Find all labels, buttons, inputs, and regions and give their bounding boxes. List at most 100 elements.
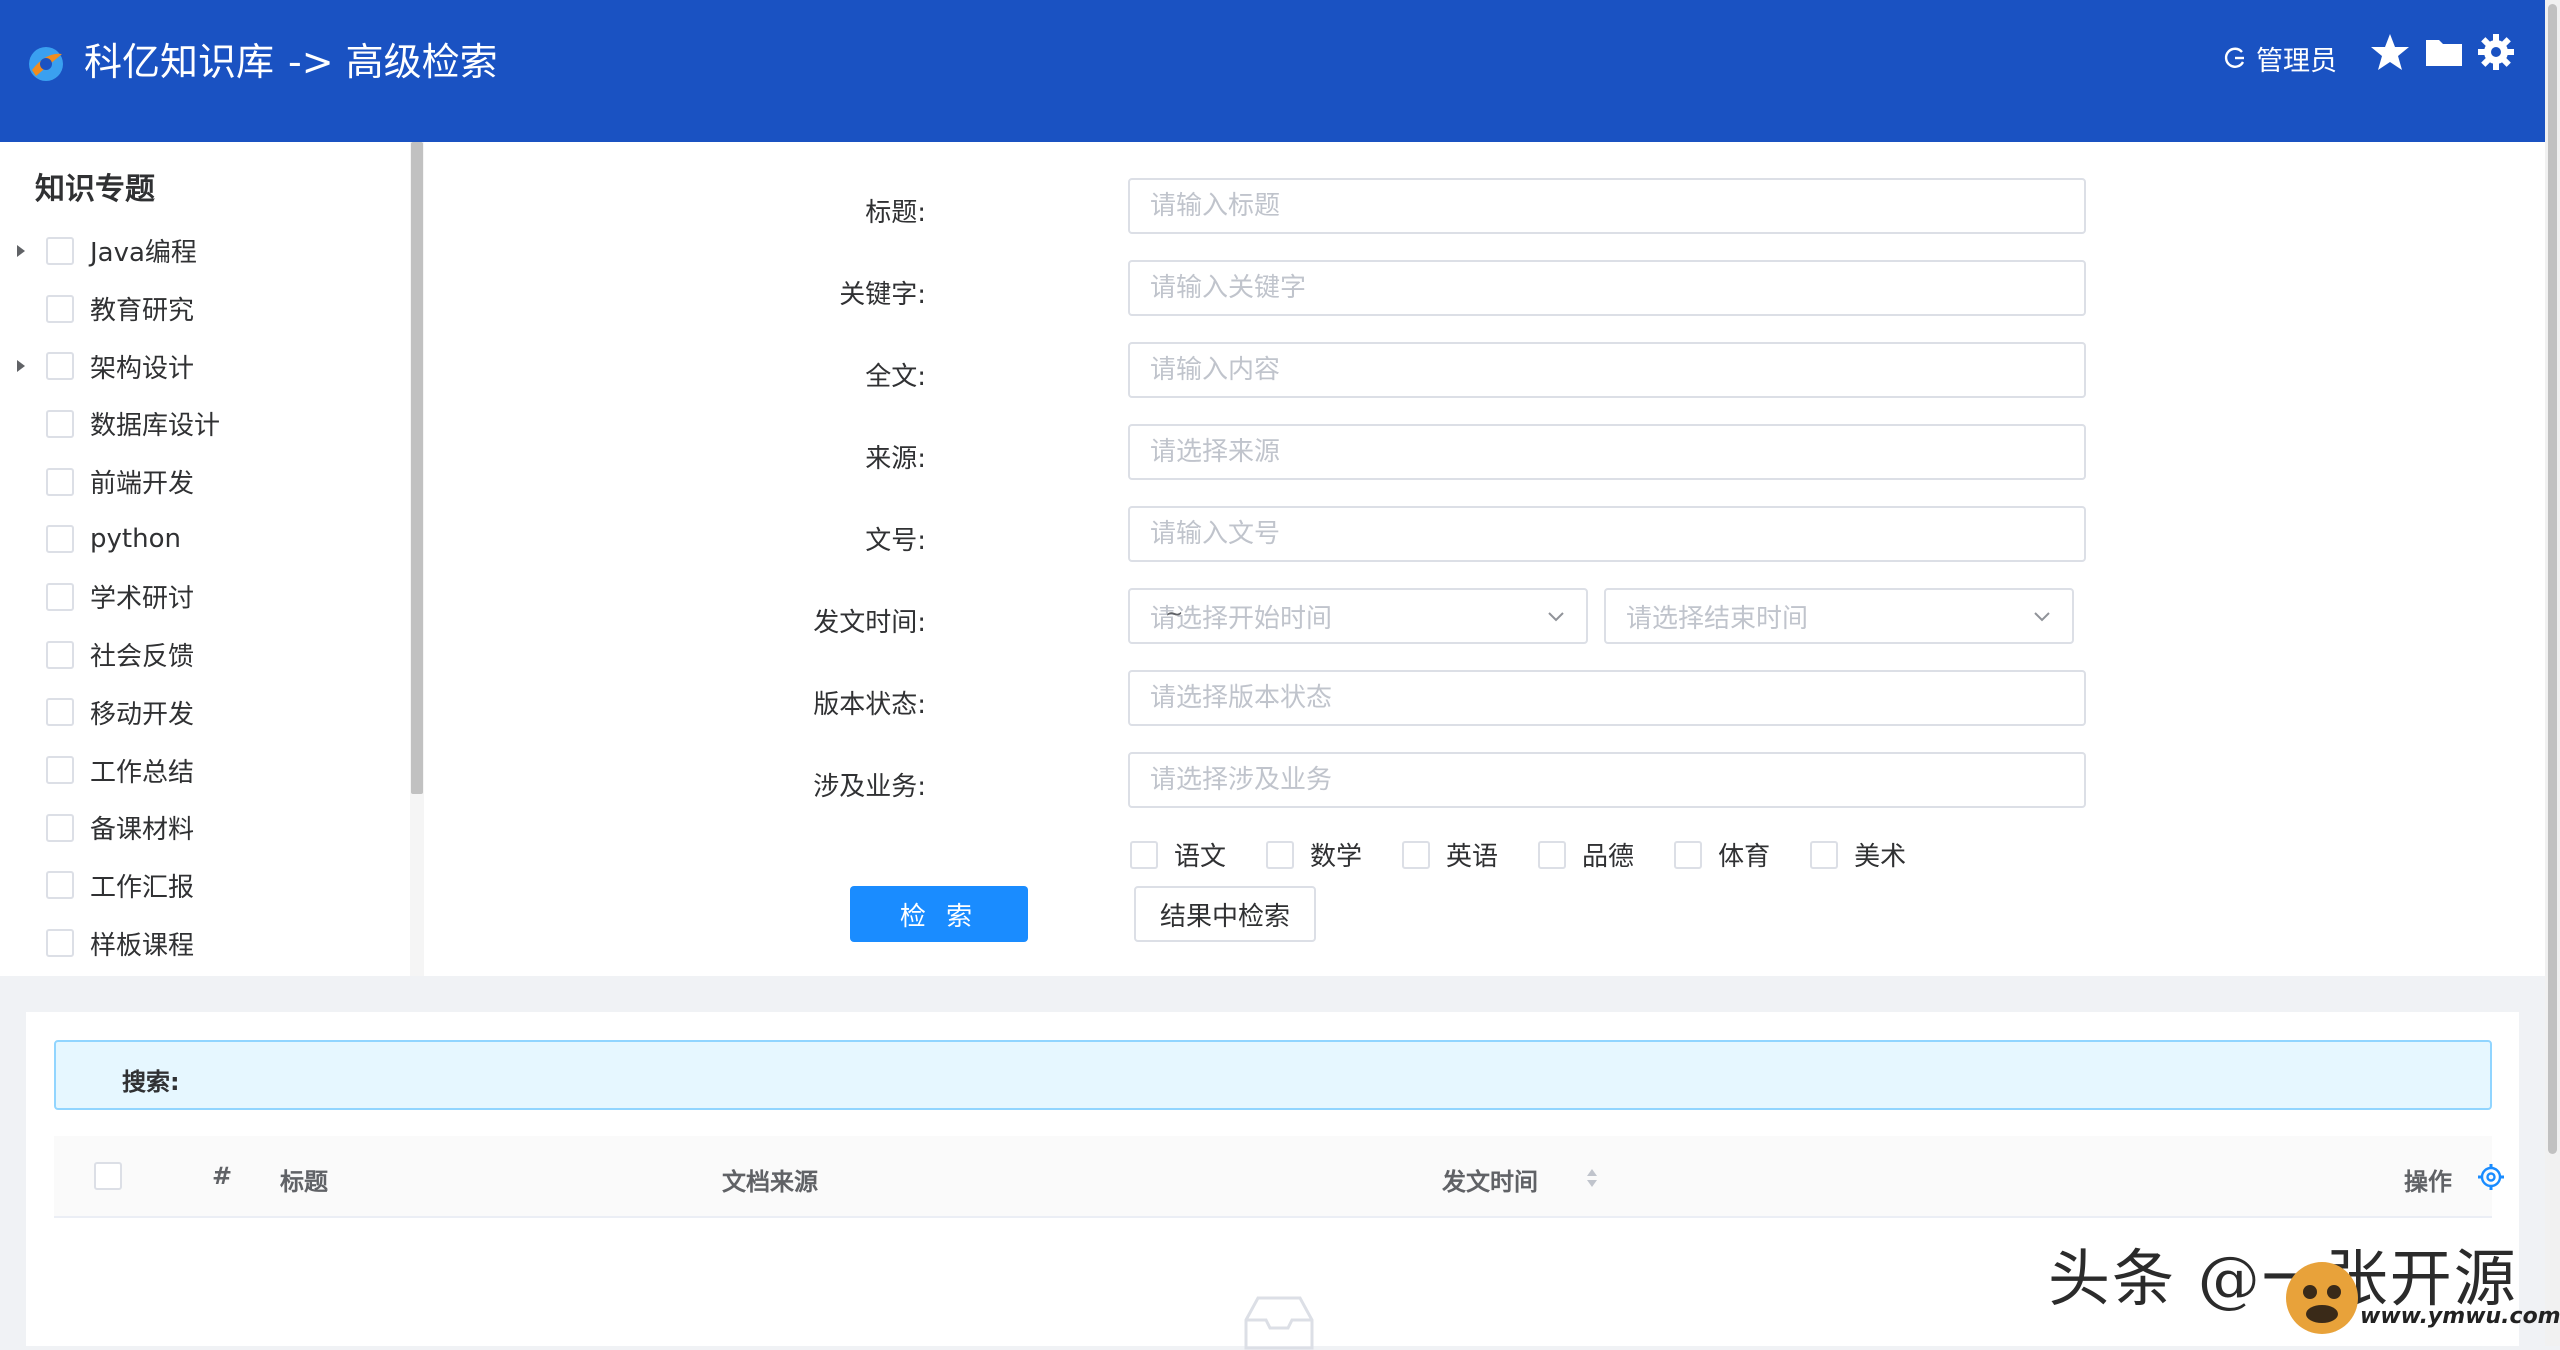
chevron-down-icon (1548, 612, 1564, 622)
advanced-search-form: 标题: 关键字: 全文: 来源: 文号: 发文时间: 请选择开始时间 ~ 请选择… (424, 142, 2545, 976)
user-name: 管理员 (2256, 45, 2337, 77)
tree-item-checkbox[interactable] (46, 236, 74, 265)
subject-checkbox[interactable] (1130, 840, 1158, 869)
subject-checkbox[interactable] (1266, 840, 1295, 869)
search-button[interactable]: 检 索 (850, 886, 1028, 942)
tree-item-label: 教育研究 (90, 296, 195, 327)
gear-icon[interactable] (2474, 30, 2518, 74)
tree-item-label: 工作汇报 (90, 872, 195, 903)
tree-item-checkbox[interactable] (46, 929, 74, 958)
tree-item[interactable]: 社会反馈 (0, 626, 410, 684)
subject-label: 体育 (1718, 842, 1771, 872)
tree-item-label: 移动开发 (90, 699, 195, 730)
end-date-placeholder: 请选择结束时间 (1626, 603, 1809, 634)
tree-item-checkbox[interactable] (46, 756, 74, 785)
col-index: # (212, 1162, 233, 1190)
keyword-label: 关键字: (839, 280, 926, 310)
tree-item-label: python (90, 524, 181, 555)
title-input[interactable] (1128, 178, 2086, 234)
tree-item[interactable]: 架构设计 (0, 337, 410, 395)
tree-item-label: 社会反馈 (90, 642, 195, 673)
subject-checkbox[interactable] (1402, 840, 1431, 869)
tree-item-checkbox[interactable] (46, 698, 74, 727)
subject-option[interactable]: 品德 (1538, 836, 1634, 873)
tree-item-label: 学术研讨 (90, 584, 195, 615)
tree-item[interactable]: 工作汇报 (0, 857, 410, 915)
expand-arrow-icon[interactable] (17, 244, 25, 257)
date-separator: ~ (1165, 602, 1184, 627)
chevron-down-icon (2034, 612, 2050, 622)
tree-item-checkbox[interactable] (46, 467, 74, 496)
tree-item[interactable]: python (0, 510, 410, 568)
tree-item-checkbox[interactable] (46, 525, 74, 554)
sidebar-scrollbar-thumb[interactable] (411, 142, 423, 794)
tree-item-checkbox[interactable] (46, 582, 74, 611)
logo-icon (29, 47, 63, 81)
watermark-badge-icon (2286, 1262, 2358, 1334)
start-date-select[interactable]: 请选择开始时间 (1128, 588, 1588, 644)
search-in-results-button[interactable]: 结果中检索 (1134, 886, 1316, 942)
source-label: 来源: (865, 444, 926, 474)
tree-item[interactable]: 教育研究 (0, 280, 410, 338)
col-date[interactable]: 发文时间 (1442, 1162, 1538, 1197)
subject-label: 数学 (1310, 842, 1363, 872)
tree-item-checkbox[interactable] (46, 294, 74, 323)
star-icon[interactable] (2368, 30, 2412, 74)
column-settings-icon[interactable] (2476, 1162, 2506, 1192)
sidebar-title: 知识专题 (35, 172, 155, 207)
col-action: 操作 (2404, 1168, 2452, 1196)
subject-option[interactable]: 语文 (1130, 836, 1226, 873)
folder-icon[interactable] (2422, 30, 2466, 74)
date-label: 发文时间: (813, 608, 926, 638)
subject-option[interactable]: 数学 (1266, 836, 1362, 873)
expand-arrow-icon[interactable] (17, 360, 25, 373)
col-source: 文档来源 (722, 1168, 818, 1196)
tree-item-label: 备课材料 (90, 815, 195, 846)
subject-option[interactable]: 英语 (1402, 836, 1498, 873)
tree-item[interactable]: 备课材料 (0, 799, 410, 857)
sort-icon[interactable] (1584, 1166, 1600, 1190)
tree-item-checkbox[interactable] (46, 640, 74, 669)
subject-option[interactable]: 美术 (1810, 836, 1906, 873)
tree-item[interactable]: Java编程 (0, 222, 410, 280)
subject-checkbox[interactable] (1538, 840, 1567, 869)
fulltext-input[interactable] (1128, 342, 2086, 398)
page-scrollbar-thumb[interactable] (2548, 4, 2557, 1154)
tree-item-checkbox[interactable] (46, 352, 74, 381)
tree-item[interactable]: 学术研讨 (0, 568, 410, 626)
subject-checkbox[interactable] (1674, 840, 1703, 869)
business-input[interactable] (1128, 752, 2086, 808)
search-summary-bar: 搜索: (54, 1040, 2492, 1110)
subject-checkbox[interactable] (1810, 840, 1839, 869)
user-menu[interactable]: 管理员 (2222, 40, 2337, 77)
app-title: 科亿知识库 (84, 40, 275, 84)
doc-no-label: 文号: (865, 526, 926, 556)
subject-option[interactable]: 体育 (1674, 836, 1770, 873)
tree-item-checkbox[interactable] (46, 871, 74, 900)
tree-item[interactable]: 前端开发 (0, 453, 410, 511)
tree-item-label: 前端开发 (90, 469, 195, 500)
col-title: 标题 (280, 1168, 328, 1196)
tree-item[interactable]: 移动开发 (0, 684, 410, 742)
tree-item-checkbox[interactable] (46, 813, 74, 842)
doc-no-input[interactable] (1128, 506, 2086, 562)
app-header: 科亿知识库 -> 高级检索 管理员 (0, 0, 2545, 142)
sidebar: 知识专题 Java编程 教育研究架构设计 数据库设计前端开发 python 学术研讨社会… (0, 142, 424, 976)
end-date-select[interactable]: 请选择结束时间 (1604, 588, 2074, 644)
tree-item[interactable]: 数据库设计 (0, 395, 410, 453)
tree-item[interactable]: 工作总结 (0, 741, 410, 799)
source-input[interactable] (1128, 424, 2086, 480)
subject-label: 美术 (1854, 842, 1907, 872)
version-input[interactable] (1128, 670, 2086, 726)
subject-checkboxes: 语文 数学 英语 品德 体育 美术 (1130, 836, 1946, 873)
search-summary-label: 搜索: (122, 1068, 180, 1096)
tree-item-label: Java编程 (90, 238, 197, 269)
page-title: -> 高级检索 (288, 40, 498, 84)
version-label: 版本状态: (813, 690, 926, 720)
tree-item[interactable]: 样板课程 (0, 914, 410, 972)
select-all-checkbox[interactable] (94, 1162, 122, 1190)
fulltext-label: 全文: (865, 362, 926, 392)
keyword-input[interactable] (1128, 260, 2086, 316)
tree-item-checkbox[interactable] (46, 409, 74, 438)
empty-data-icon (1244, 1296, 1314, 1350)
